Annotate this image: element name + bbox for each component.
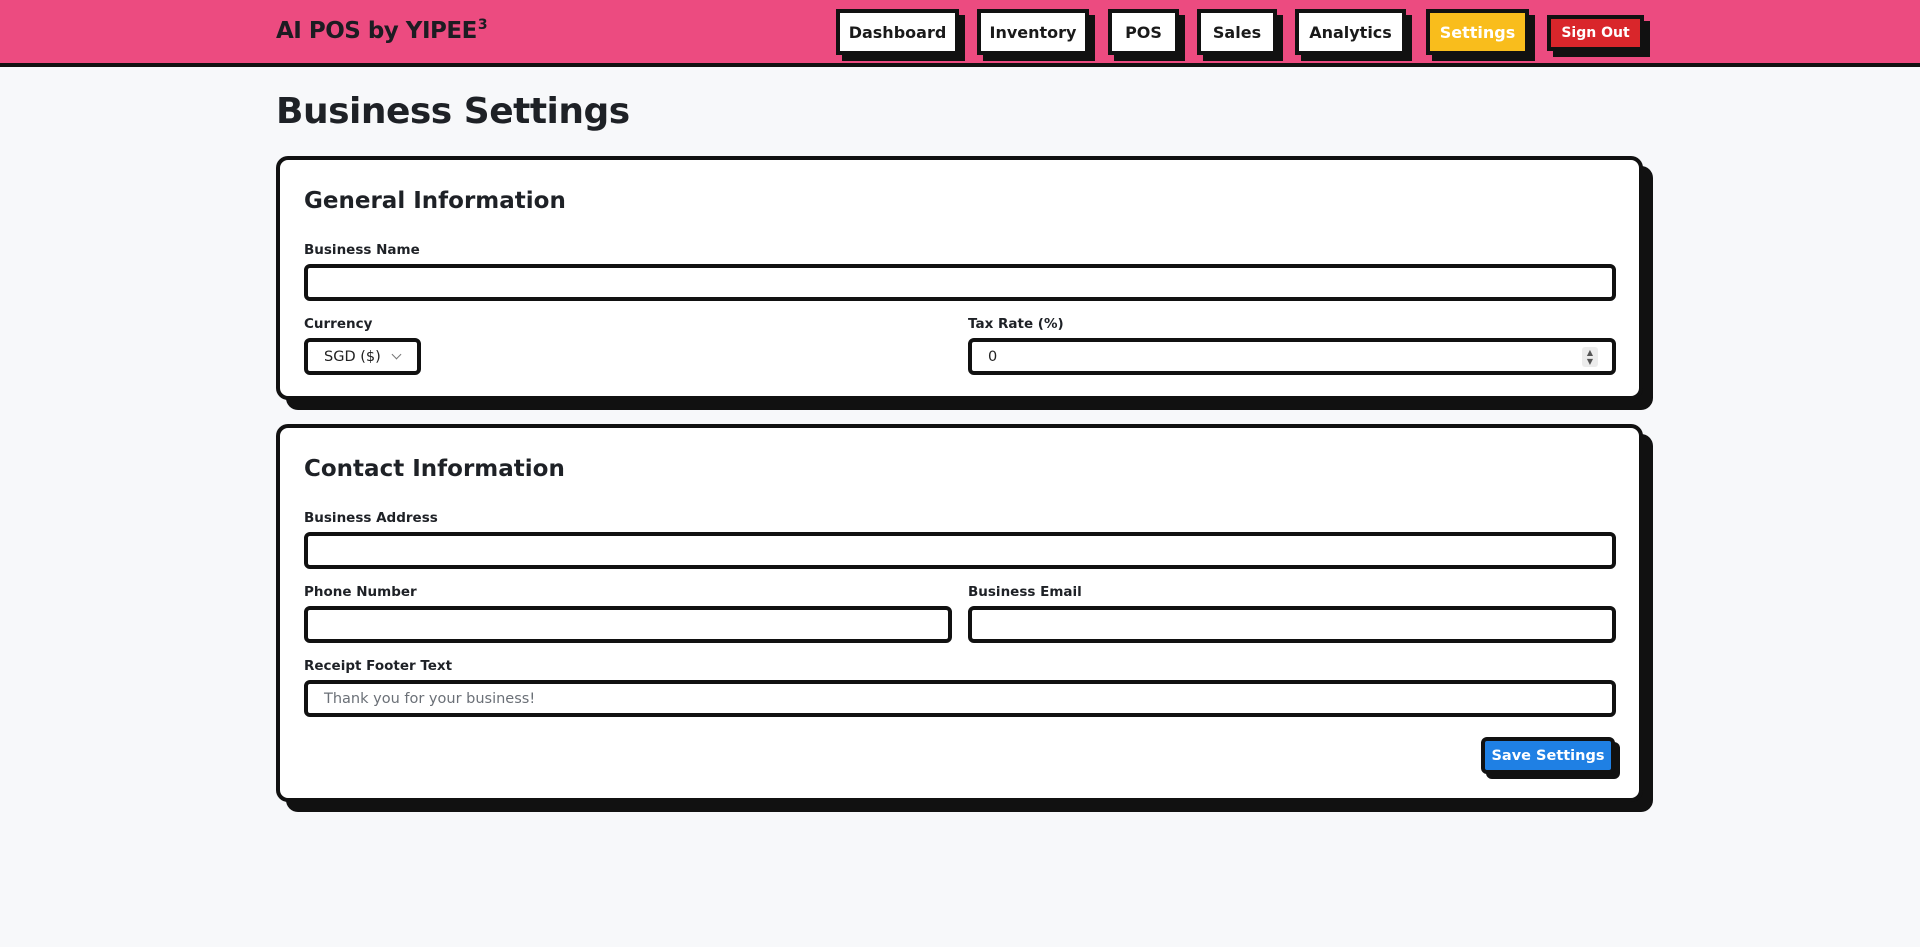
general-information-title: General Information [304,188,566,214]
contact-information-title: Contact Information [304,456,565,482]
general-information-card: General Information Business Name Curren… [276,156,1643,400]
top-navigation-bar: AI POS by YIPEE3 Dashboard Inventory POS… [0,0,1920,67]
business-email-label: Business Email [968,584,1082,600]
receipt-footer-label: Receipt Footer Text [304,658,453,674]
currency-selected-value: SGD ($) [324,348,381,365]
tax-rate-value: 0 [988,348,998,365]
nav-analytics-button[interactable]: Analytics [1295,9,1406,55]
page-title: Business Settings [276,91,630,132]
app-brand: AI POS by YIPEE3 [276,17,488,44]
save-settings-button[interactable]: Save Settings [1481,737,1615,774]
nav-dashboard-button[interactable]: Dashboard [836,9,959,55]
contact-information-card: Contact Information Business Address Pho… [276,424,1643,802]
tax-rate-input[interactable]: 0 ▲ ▼ [968,338,1616,375]
nav-pos-button[interactable]: POS [1108,9,1179,55]
nav-inventory-button[interactable]: Inventory [977,9,1089,55]
brand-name: AI POS by YIPEE [276,18,477,44]
business-name-label: Business Name [304,242,420,258]
nav-sales-button[interactable]: Sales [1197,9,1277,55]
chevron-down-icon [391,349,402,360]
receipt-footer-placeholder: Thank you for your business! [324,690,536,707]
currency-select[interactable]: SGD ($) [304,338,421,375]
sign-out-button[interactable]: Sign Out [1547,15,1644,51]
brand-superscript: 3 [477,17,488,33]
tax-rate-label: Tax Rate (%) [968,316,1064,332]
business-address-label: Business Address [304,510,438,526]
business-email-input[interactable] [968,606,1616,643]
phone-number-input[interactable] [304,606,952,643]
number-stepper-icon[interactable]: ▲ ▼ [1582,347,1598,367]
nav-settings-button[interactable]: Settings [1426,9,1529,55]
phone-number-label: Phone Number [304,584,417,600]
business-name-input[interactable] [304,264,1616,301]
receipt-footer-input[interactable]: Thank you for your business! [304,680,1616,717]
business-address-input[interactable] [304,532,1616,569]
currency-label: Currency [304,316,373,332]
